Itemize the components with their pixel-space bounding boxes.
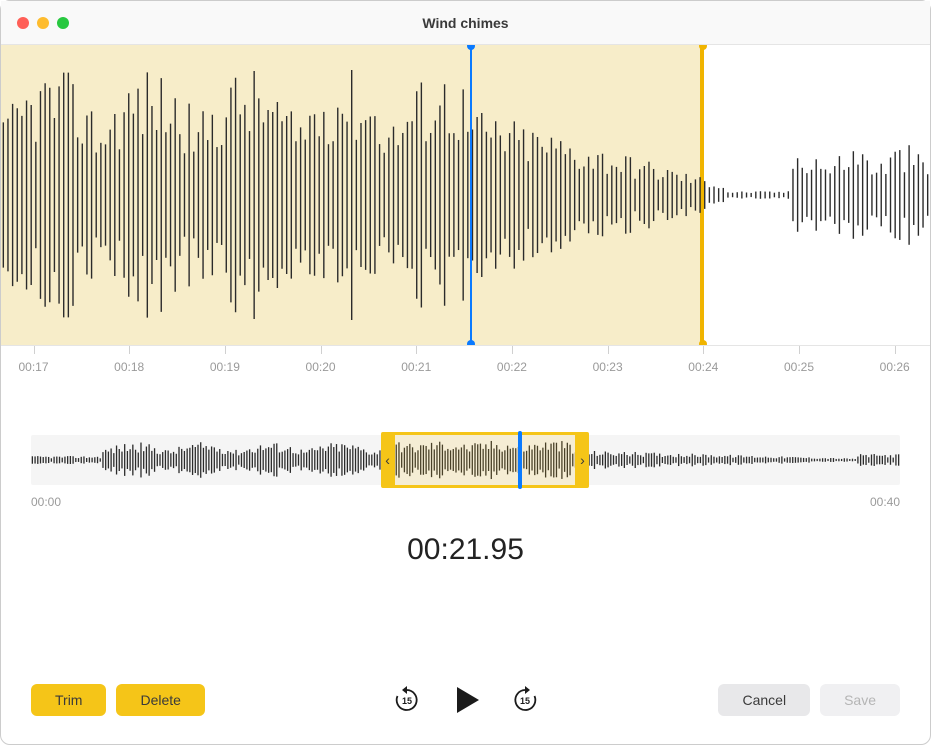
playhead[interactable] — [470, 45, 472, 345]
save-button[interactable]: Save — [820, 684, 900, 716]
timeline-tick-label: 00:25 — [784, 360, 814, 374]
overview-start-time: 00:00 — [31, 495, 61, 509]
main-waveform-area[interactable] — [1, 45, 930, 345]
window-title: Wind chimes — [1, 15, 930, 31]
skip-forward-15-button[interactable]: 15 — [511, 686, 539, 714]
svg-text:15: 15 — [401, 696, 411, 706]
timeline-tick-label: 00:24 — [688, 360, 718, 374]
fullscreen-window-button[interactable] — [57, 17, 69, 29]
overview-end-time: 00:40 — [870, 495, 900, 509]
skip-back-icon: 15 — [393, 686, 421, 714]
timeline-tick-label: 00:17 — [18, 360, 48, 374]
timeline-tick-label: 00:19 — [210, 360, 240, 374]
timeline-tick-label: 00:18 — [114, 360, 144, 374]
trim-button[interactable]: Trim — [31, 684, 106, 716]
current-time-display: 00:21.95 — [1, 533, 930, 567]
timeline-tick — [321, 346, 322, 354]
timeline-tick — [416, 346, 417, 354]
overview-time-labels: 00:00 00:40 — [31, 495, 900, 509]
timeline-tick — [703, 346, 704, 354]
skip-back-15-button[interactable]: 15 — [393, 686, 421, 714]
delete-button[interactable]: Delete — [116, 684, 204, 716]
timeline-tick — [34, 346, 35, 354]
trim-handle-left[interactable]: ‹ — [381, 432, 395, 488]
trim-end-marker[interactable] — [702, 45, 704, 345]
trim-handle-right[interactable]: › — [575, 432, 589, 488]
timeline-tick-label: 00:20 — [306, 360, 336, 374]
play-icon — [449, 683, 483, 717]
timeline-tick — [129, 346, 130, 354]
cancel-button[interactable]: Cancel — [718, 684, 810, 716]
timeline-tick — [799, 346, 800, 354]
close-window-button[interactable] — [17, 17, 29, 29]
trim-window[interactable]: ‹ › — [392, 432, 579, 488]
timeline-ruler: 00:17 00:18 00:19 00:20 00:21 00:22 00:23 00:24… — [1, 345, 930, 385]
window-controls — [17, 17, 69, 29]
timeline-tick — [225, 346, 226, 354]
playback-controls: 15 15 — [393, 683, 539, 717]
titlebar: Wind chimes — [1, 1, 930, 45]
skip-forward-icon: 15 — [511, 686, 539, 714]
overview-playhead[interactable] — [518, 431, 522, 489]
timeline-tick-label: 00:22 — [497, 360, 527, 374]
main-waveform — [1, 45, 930, 345]
svg-text:15: 15 — [519, 696, 529, 706]
timeline-tick — [512, 346, 513, 354]
timeline-tick — [608, 346, 609, 354]
minimize-window-button[interactable] — [37, 17, 49, 29]
timeline-tick-label: 00:23 — [593, 360, 623, 374]
overview-waveform-area[interactable]: ‹ › — [31, 435, 900, 485]
timeline-tick — [895, 346, 896, 354]
play-button[interactable] — [449, 683, 483, 717]
timeline-tick-label: 00:21 — [401, 360, 431, 374]
bottom-toolbar: Trim Delete 15 15 Cancel Save — [1, 684, 930, 716]
timeline-tick-label: 00:26 — [880, 360, 910, 374]
